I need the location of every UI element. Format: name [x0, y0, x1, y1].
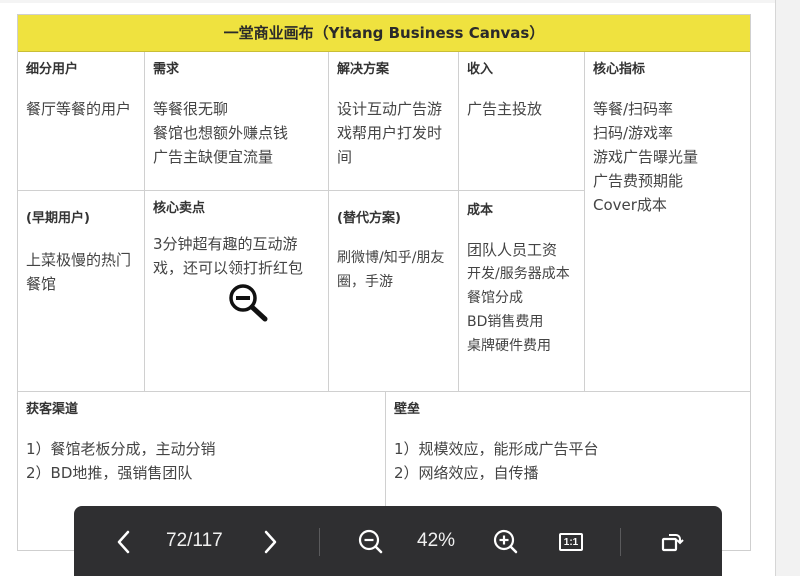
canvas-title: 一堂商业画布（Yitang Business Canvas）: [18, 15, 750, 52]
early-users-header: (早期用户): [26, 211, 90, 226]
cost-list: 团队人员工资 开发/服务器成本 餐馆分成 BD销售费用 桌牌硬件费用: [467, 238, 576, 358]
usp-header: 核心卖点: [153, 201, 206, 216]
alternatives-content: 刷微博/知乎/朋友圈，手游: [337, 250, 445, 290]
needs-content: 等餐很无聊 餐馆也想额外赚点钱 广告主缺便宜流量: [153, 100, 289, 166]
cost-line: 餐馆分成: [467, 290, 523, 306]
toolbar-divider: [620, 528, 621, 556]
cell-solution: 解决方案 设计互动广告游戏帮用户打发时间: [329, 52, 459, 191]
early-users-content: 上菜极慢的热门餐馆: [26, 251, 132, 293]
zoom-out-icon: [358, 529, 383, 554]
toolbar-divider: [319, 528, 320, 556]
zoom-out-cursor-icon: [228, 283, 270, 327]
cell-needs: 需求 等餐很无聊 餐馆也想额外赚点钱 广告主缺便宜流量: [145, 52, 329, 191]
next-page-button[interactable]: [258, 526, 282, 558]
usp-content: 3分钟超有趣的互动游戏，还可以领打折红包: [153, 235, 304, 277]
zoom-level[interactable]: 42%: [417, 530, 455, 552]
needs-header: 需求: [153, 62, 180, 77]
moat-header: 壁垒: [394, 402, 421, 417]
window-right-scroll-gutter[interactable]: [775, 0, 800, 576]
viewer-toolbar: 72/117 42% 1:1: [74, 506, 722, 576]
alternatives-header: (替代方案): [337, 211, 401, 226]
revenue-header: 收入: [467, 62, 494, 77]
zoom-in-button[interactable]: [491, 526, 521, 558]
rotate-button[interactable]: [656, 526, 686, 558]
actual-size-label: 1:1: [563, 536, 579, 548]
prev-page-button[interactable]: [112, 526, 136, 558]
segments-header: 细分用户: [26, 62, 79, 77]
segments-content: 餐厅等餐的用户: [26, 100, 132, 118]
zoom-in-icon: [493, 529, 518, 554]
channels-content: 1）餐馆老板分成，主动分销 2）BD地推，强销售团队: [26, 440, 216, 482]
cost-line: 团队人员工资: [467, 241, 558, 259]
cell-early-users: (早期用户) 上菜极慢的热门餐馆: [18, 191, 145, 392]
cost-line: 开发/服务器成本: [467, 266, 570, 282]
cell-revenue: 收入 广告主投放: [459, 52, 585, 191]
chevron-right-icon: [264, 530, 277, 554]
actual-size-icon: 1:1: [559, 533, 583, 551]
revenue-content: 广告主投放: [467, 100, 543, 118]
metrics-content: 等餐/扫码率 扫码/游戏率 游戏广告曝光量 广告费预期能Cover成本: [593, 100, 699, 214]
page-indicator: 72/117: [166, 530, 223, 551]
rotate-icon: [661, 534, 684, 552]
cell-segments: 细分用户 餐厅等餐的用户: [18, 52, 145, 191]
cell-metrics: 核心指标 等餐/扫码率 扫码/游戏率 游戏广告曝光量 广告费预期能Cover成本: [585, 52, 750, 392]
cell-cost: 成本 团队人员工资 开发/服务器成本 餐馆分成 BD销售费用 桌牌硬件费用: [459, 191, 585, 392]
solution-content: 设计互动广告游戏帮用户打发时间: [337, 100, 443, 166]
cost-line: BD销售费用: [467, 314, 544, 330]
window-top-edge: [0, 0, 775, 3]
channels-header: 获客渠道: [26, 402, 79, 417]
cell-alternatives: (替代方案) 刷微博/知乎/朋友圈，手游: [329, 191, 459, 392]
business-canvas-page: 一堂商业画布（Yitang Business Canvas） 细分用户 餐厅等餐…: [17, 14, 751, 551]
solution-header: 解决方案: [337, 62, 390, 77]
chevron-left-icon: [117, 530, 130, 554]
metrics-header: 核心指标: [593, 62, 646, 77]
zoom-out-button[interactable]: [356, 526, 386, 558]
cost-line: 桌牌硬件费用: [467, 338, 551, 354]
moat-content: 1）规模效应，能形成广告平台 2）网络效应，自传播: [394, 440, 599, 482]
cost-header: 成本: [467, 203, 494, 218]
actual-size-button[interactable]: 1:1: [556, 526, 586, 558]
